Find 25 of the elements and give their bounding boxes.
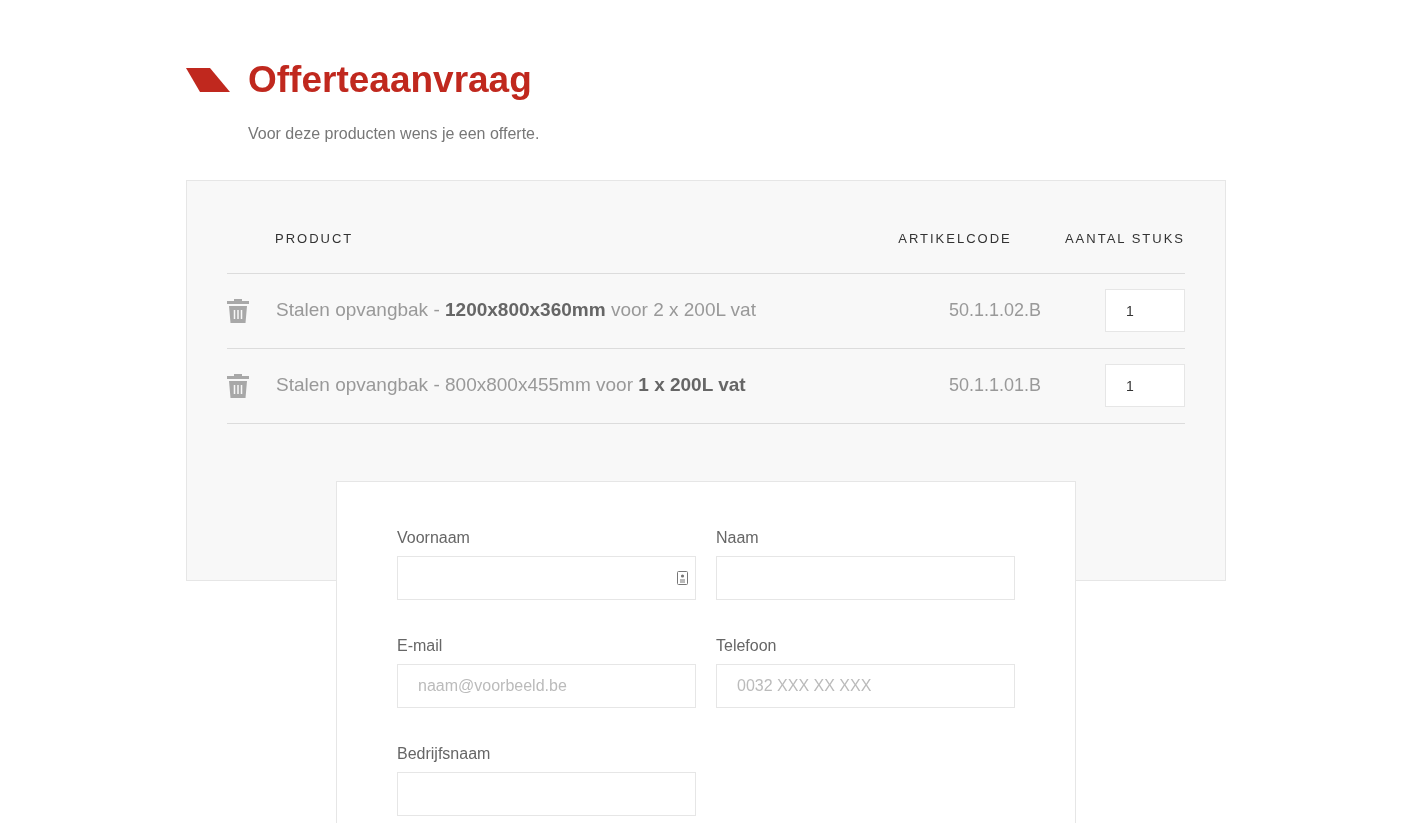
article-code: 50.1.1.01.B xyxy=(947,374,1043,397)
article-code: 50.1.1.02.B xyxy=(947,299,1043,322)
input-field[interactable] xyxy=(397,771,696,816)
column-header: PRODUCT xyxy=(275,230,354,248)
product-name: Stalen opvangbak - 1200x800x360mm voor 2 x 200L vat xyxy=(276,298,757,323)
field-label: Naam xyxy=(716,527,760,548)
field-label: Bedrijfsnaam xyxy=(397,743,492,764)
field-label: Telefoon xyxy=(716,635,778,656)
field-label: E-mail xyxy=(397,635,444,656)
column-header: AANTAL STUKS xyxy=(1063,230,1185,248)
field-label: Voornaam xyxy=(397,527,471,548)
input-field[interactable] xyxy=(397,555,696,600)
trash-icon[interactable] xyxy=(227,298,249,323)
input-field[interactable] xyxy=(716,555,1015,600)
quantity-field[interactable]: 1 xyxy=(1105,364,1185,407)
input-field[interactable]: 0032 XXX XX XXX xyxy=(716,663,1015,708)
page-title: Offerteaanvraag xyxy=(248,60,532,100)
product-name: Stalen opvangbak - 800x800x455mm voor 1 x 200L vat xyxy=(276,373,747,398)
logo-icon xyxy=(186,68,230,92)
input-field[interactable]: naam@voorbeeld.be xyxy=(397,663,696,708)
quantity-field[interactable]: 1 xyxy=(1105,289,1185,332)
page-subtitle: Voor deze producten wens je een offerte. xyxy=(248,124,541,144)
trash-icon[interactable] xyxy=(227,373,249,398)
column-header: ARTIKELCODE xyxy=(897,230,1013,248)
contact-card-icon[interactable] xyxy=(677,570,688,585)
